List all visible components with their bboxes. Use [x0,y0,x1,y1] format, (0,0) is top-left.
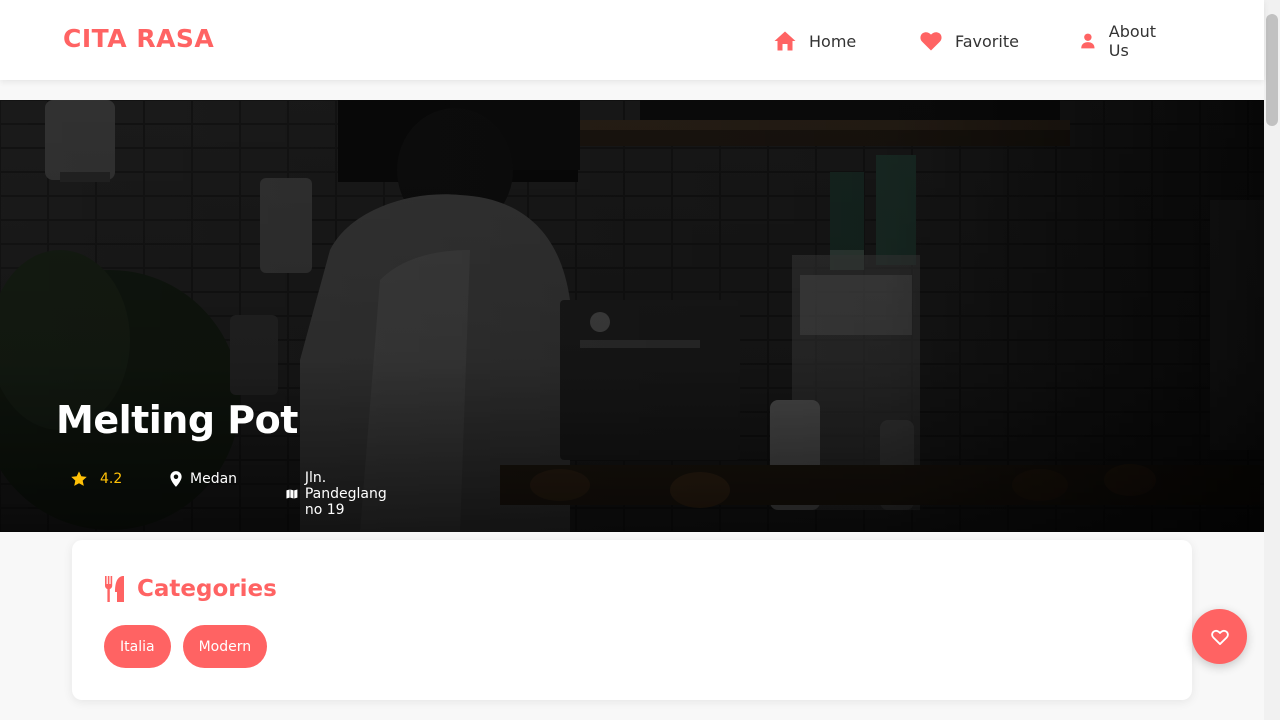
rating: 4.2 [70,470,122,488]
nav-favorite-link[interactable]: Favorite [919,28,1019,54]
city-name: Medan [190,471,238,487]
add-favorite-button[interactable] [1192,609,1247,664]
map-icon [286,489,298,499]
page: CITA RASA Home Favorite About Us Melting… [0,0,1280,720]
nav-about-link[interactable]: About Us [1079,22,1162,60]
page-scrollbar[interactable] [1264,0,1280,720]
rating-value: 4.2 [100,471,123,487]
city: Medan [167,470,237,488]
nav-home-label: Home [809,31,857,51]
categories-title: Categories [137,576,277,602]
category-chip[interactable]: Modern [182,625,268,668]
utensils-icon [105,576,124,602]
hero-image [0,100,1264,532]
address-text: Jln. Pandeglang no 19 [304,470,387,518]
restaurant-name: Melting Pot [56,398,298,442]
star-icon [71,471,87,486]
nav-favorite-label: Favorite [955,31,1019,51]
scrollbar-thumb[interactable] [1266,14,1278,126]
user-icon [1081,33,1095,49]
home-icon [774,31,796,51]
categories-heading: Categories [104,576,277,602]
category-chip[interactable]: Italia [104,625,171,668]
location-pin-icon [170,471,182,487]
restaurant-hero: Melting Pot 4.2 Medan Jln. Pandeglang no… [0,100,1264,532]
categories-card: Categories Italia Modern [72,540,1192,700]
category-chips: Italia Modern [104,625,279,668]
brand-logo[interactable]: CITA RASA [63,24,214,53]
nav-home-link[interactable]: Home [773,28,856,54]
heart-icon [920,32,942,51]
top-navbar: CITA RASA Home Favorite About Us [0,0,1264,80]
heart-outline-icon [1210,629,1229,645]
address: Jln. Pandeglang no 19 [286,470,395,518]
nav-about-label: About Us [1108,22,1157,60]
